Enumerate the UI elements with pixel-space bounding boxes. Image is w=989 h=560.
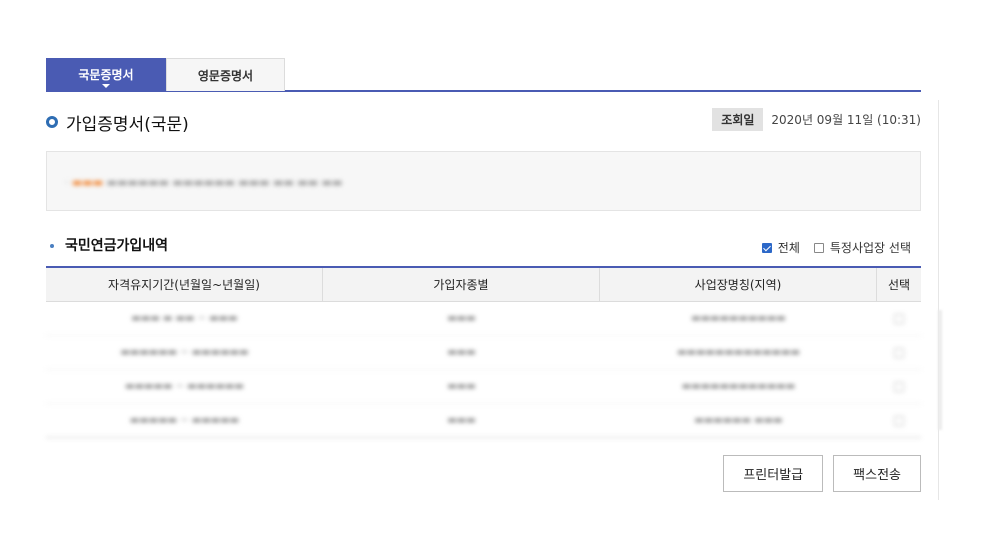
section-bullet-icon (50, 244, 54, 248)
table-cell (877, 302, 921, 335)
inquiry-date: 조회일 2020년 09월 11일 (10:31) (712, 107, 921, 131)
table-cell: ▬▬▬▬▬▬ ▬▬▬ (694, 415, 783, 426)
action-buttons: 프린터발급 팩스전송 (723, 455, 921, 492)
pension-section-header: 국민연금가입내역 전체 특정사업장 선택 (46, 234, 921, 256)
active-tab-caret-icon (102, 84, 110, 88)
table-cell: ▬▬▬▬▬▬▬▬▬▬▬▬▬ (677, 347, 800, 358)
table-body-redacted: ▬▬▬ ▬ ▬▬ ~ ▬▬▬ ▬▬▬ ▬▬▬▬▬▬▬▬▬▬ ▬▬▬▬▬▬ ~ ▬… (46, 302, 921, 438)
row-select-checkbox[interactable] (894, 313, 904, 324)
tab-korean-certificate[interactable]: 국문증명서 (46, 58, 166, 91)
table-cell: ▬▬▬ (447, 347, 476, 358)
section-title: 국민연금가입내역 (65, 238, 169, 254)
header-member-type: 가입자종별 (323, 268, 600, 301)
table-cell: ▬▬▬▬▬▬▬▬▬▬▬▬ (681, 381, 796, 392)
row-select-checkbox[interactable] (894, 415, 904, 426)
check-specific-checkbox[interactable] (813, 242, 824, 253)
check-specific-option[interactable]: 특정사업장 선택 (813, 239, 911, 256)
page-title: 가입증명서(국문) (66, 115, 189, 135)
print-issue-button[interactable]: 프린터발급 (723, 455, 824, 492)
table-header: 자격유지기간(년월일~년월일) 가입자종별 사업장명칭(지역) 선택 (46, 268, 921, 302)
table-cell: ▬▬▬ (447, 415, 476, 426)
header-select: 선택 (887, 278, 911, 292)
inquiry-date-value: 2020년 09월 11일 (10:31) (771, 112, 921, 127)
fax-send-button[interactable]: 팩스전송 (833, 455, 921, 492)
notice-box: · ▬▬▬ ▬▬▬▬▬▬ ▬▬▬▬▬▬ ▬▬▬ ▬▬ ▬▬ ▬▬ (46, 151, 921, 211)
tab-english-certificate[interactable]: 영문증명서 (166, 58, 285, 91)
table-cell (877, 370, 921, 403)
row-select-checkbox[interactable] (894, 381, 904, 392)
scroll-track (938, 100, 943, 500)
check-specific-label: 특정사업장 선택 (829, 241, 911, 255)
table-cell: ▬▬▬ (447, 381, 476, 392)
table-cell (877, 404, 921, 437)
tab-korean-label: 국문증명서 (78, 68, 134, 82)
table-row: ▬▬▬ ▬ ▬▬ ~ ▬▬▬ ▬▬▬ ▬▬▬▬▬▬▬▬▬▬ (46, 302, 921, 336)
table-cell: ▬▬▬▬▬▬ ~ ▬▬▬▬▬▬ (120, 347, 249, 358)
certificate-tabs: 국문증명서 영문증명서 (46, 58, 921, 92)
table-cell: ▬▬▬▬▬▬▬▬▬▬ (691, 313, 786, 324)
check-all-option[interactable]: 전체 (761, 239, 800, 256)
table-row: ▬▬▬▬▬ ~ ▬▬▬▬▬ ▬▬▬ ▬▬▬▬▬▬ ▬▬▬ (46, 404, 921, 438)
title-ring-icon (46, 116, 58, 128)
table-cell (877, 336, 921, 369)
table-row: ▬▬▬▬▬▬ ~ ▬▬▬▬▬▬ ▬▬▬ ▬▬▬▬▬▬▬▬▬▬▬▬▬ (46, 336, 921, 370)
inquiry-date-badge: 조회일 (712, 107, 764, 131)
check-all-checkbox[interactable] (761, 242, 772, 253)
pension-history-table: 자격유지기간(년월일~년월일) 가입자종별 사업장명칭(지역) 선택 ▬▬▬ ▬… (46, 266, 921, 438)
table-cell: ▬▬▬▬▬ ~ ▬▬▬▬▬▬ (125, 381, 244, 392)
header-workplace: 사업장명칭(지역) (600, 268, 877, 301)
scroll-thumb[interactable] (938, 310, 942, 430)
table-cell: ▬▬▬▬▬ ~ ▬▬▬▬▬ (129, 415, 240, 426)
table-cell: ▬▬▬ ▬ ▬▬ ~ ▬▬▬ (131, 313, 238, 324)
tab-english-label: 영문증명서 (197, 68, 254, 83)
header-period: 자격유지기간(년월일~년월일) (46, 268, 323, 301)
check-all-label: 전체 (777, 241, 800, 255)
row-select-checkbox[interactable] (894, 347, 904, 358)
filter-checkboxes: 전체 특정사업장 선택 (761, 239, 911, 256)
notice-text-redacted: · ▬▬▬ ▬▬▬▬▬▬ ▬▬▬▬▬▬ ▬▬▬ ▬▬ ▬▬ ▬▬ (65, 176, 343, 189)
table-row: ▬▬▬▬▬ ~ ▬▬▬▬▬▬ ▬▬▬ ▬▬▬▬▬▬▬▬▬▬▬▬ (46, 370, 921, 404)
table-cell: ▬▬▬ (447, 313, 476, 324)
title-row: 가입증명서(국문) 조회일 2020년 09월 11일 (10:31) (46, 107, 921, 136)
